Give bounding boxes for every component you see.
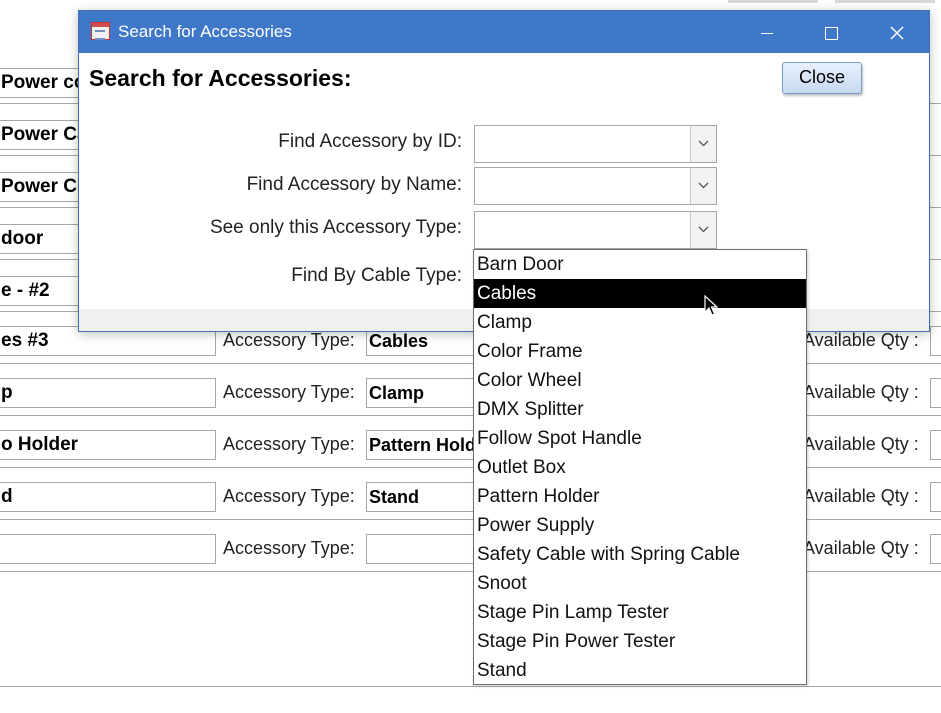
chevron-down-icon — [698, 226, 709, 233]
accessory-type-dropdown-button[interactable] — [690, 212, 716, 248]
find-by-id-combo[interactable] — [474, 125, 717, 163]
accessory-type-label: Accessory Type: — [223, 434, 355, 454]
dropdown-option[interactable]: Color Frame — [474, 337, 806, 366]
dialog-heading: Search for Accessories: — [89, 65, 352, 91]
find-by-name-label: Find Accessory by Name: — [246, 174, 462, 195]
accessory-name-field[interactable]: p — [0, 378, 216, 408]
accessory-name-field[interactable]: o Holder — [0, 430, 216, 460]
find-by-cable-label: Find By Cable Type: — [291, 265, 462, 286]
dropdown-option[interactable]: Outlet Box — [474, 453, 806, 482]
dropdown-option[interactable]: Stage Pin Lamp Tester — [474, 598, 806, 627]
minimize-button[interactable] — [735, 11, 799, 53]
dropdown-option-selected[interactable]: Cables — [474, 279, 806, 308]
maximize-icon — [824, 26, 838, 40]
dropdown-option[interactable]: Color Wheel — [474, 366, 806, 395]
window-close-button[interactable] — [865, 11, 929, 53]
dropdown-option[interactable]: Stand — [474, 656, 806, 685]
dialog-titlebar[interactable]: Search for Accessories — [79, 11, 929, 53]
available-qty-label: Available Qty : — [803, 434, 919, 454]
accessory-type-label: Accessory Type: — [223, 486, 355, 506]
dropdown-option[interactable]: Snoot — [474, 569, 806, 598]
available-qty-label: Available Qty : — [803, 538, 919, 558]
accessory-type-label: Accessory Type: — [223, 538, 355, 558]
dropdown-option[interactable]: Barn Door — [474, 250, 806, 279]
background-stub — [835, 0, 935, 3]
available-qty-label: Available Qty : — [803, 486, 919, 506]
dropdown-option[interactable]: Power Supply — [474, 511, 806, 540]
minimize-icon — [761, 32, 773, 34]
chevron-down-icon — [698, 140, 709, 147]
close-button[interactable]: Close — [782, 62, 862, 94]
find-by-id-label: Find Accessory by ID: — [278, 131, 462, 152]
dropdown-option[interactable]: Safety Cable with Spring Cable — [474, 540, 806, 569]
form-icon — [91, 22, 110, 40]
accessory-type-filter-label: See only this Accessory Type: — [209, 217, 462, 238]
accessory-type-filter-combo[interactable] — [474, 211, 717, 249]
available-qty-field[interactable] — [930, 482, 941, 512]
available-qty-label: Available Qty : — [803, 382, 919, 402]
dropdown-option[interactable]: Pattern Holder — [474, 482, 806, 511]
maximize-button[interactable] — [799, 11, 863, 53]
find-by-id-dropdown-button[interactable] — [690, 126, 716, 162]
accessory-name-field[interactable] — [0, 534, 216, 564]
accessory-type-dropdown-list[interactable]: Barn Door Cables Clamp Color Frame Color… — [473, 249, 807, 685]
find-by-name-dropdown-button[interactable] — [690, 168, 716, 204]
dropdown-option[interactable]: Stage Pin Power Tester — [474, 627, 806, 656]
dialog-title: Search for Accessories — [118, 22, 292, 41]
dropdown-option[interactable]: DMX Splitter — [474, 395, 806, 424]
available-qty-field[interactable] — [930, 326, 941, 356]
form-bottom-border — [0, 686, 941, 687]
dropdown-option[interactable]: Clamp — [474, 308, 806, 337]
accessory-type-label: Accessory Type: — [223, 382, 355, 402]
find-by-name-combo[interactable] — [474, 167, 717, 205]
close-icon — [890, 26, 904, 40]
available-qty-label: Available Qty : — [803, 330, 919, 350]
mouse-cursor-icon — [704, 295, 718, 316]
accessory-type-label: Accessory Type: — [223, 330, 355, 350]
available-qty-field[interactable] — [930, 430, 941, 460]
background-stub — [728, 0, 818, 3]
available-qty-field[interactable] — [930, 378, 941, 408]
dropdown-option[interactable]: Follow Spot Handle — [474, 424, 806, 453]
accessory-name-field[interactable]: d — [0, 482, 216, 512]
chevron-down-icon — [698, 182, 709, 189]
available-qty-field[interactable] — [930, 534, 941, 564]
